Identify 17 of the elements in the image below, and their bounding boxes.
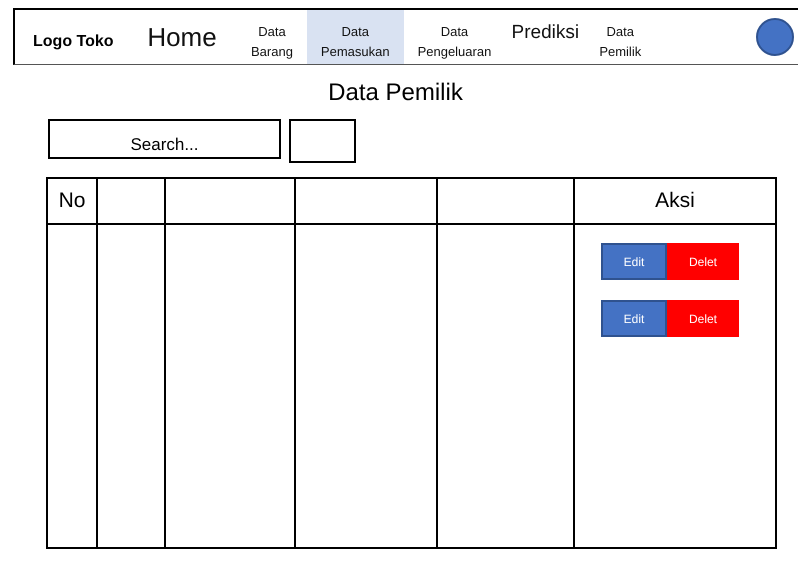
- nav-item[interactable]: Data Pemilik: [585, 10, 656, 64]
- delete-button[interactable]: Delet: [667, 300, 739, 337]
- edit-button[interactable]: Edit: [601, 300, 667, 337]
- search-button[interactable]: [289, 119, 356, 163]
- logo-text: Logo Toko: [32, 32, 115, 52]
- nav-item[interactable]: Data Barang: [237, 10, 307, 64]
- column-header: Aksi: [655, 189, 695, 213]
- nav-item[interactable]: Prediksi: [505, 10, 586, 64]
- delete-button[interactable]: Delet: [667, 243, 739, 280]
- column-header: No: [58, 189, 86, 213]
- nav-item[interactable]: Home: [127, 10, 237, 64]
- nav-item[interactable]: Data Pemasukan: [306, 10, 404, 64]
- page-title: Data Pemilik: [327, 79, 464, 107]
- avatar-icon[interactable]: [756, 18, 794, 56]
- edit-button[interactable]: Edit: [601, 243, 667, 280]
- search-field[interactable]: Search...: [48, 119, 281, 159]
- nav-item[interactable]: Data Pengeluaran: [404, 10, 506, 64]
